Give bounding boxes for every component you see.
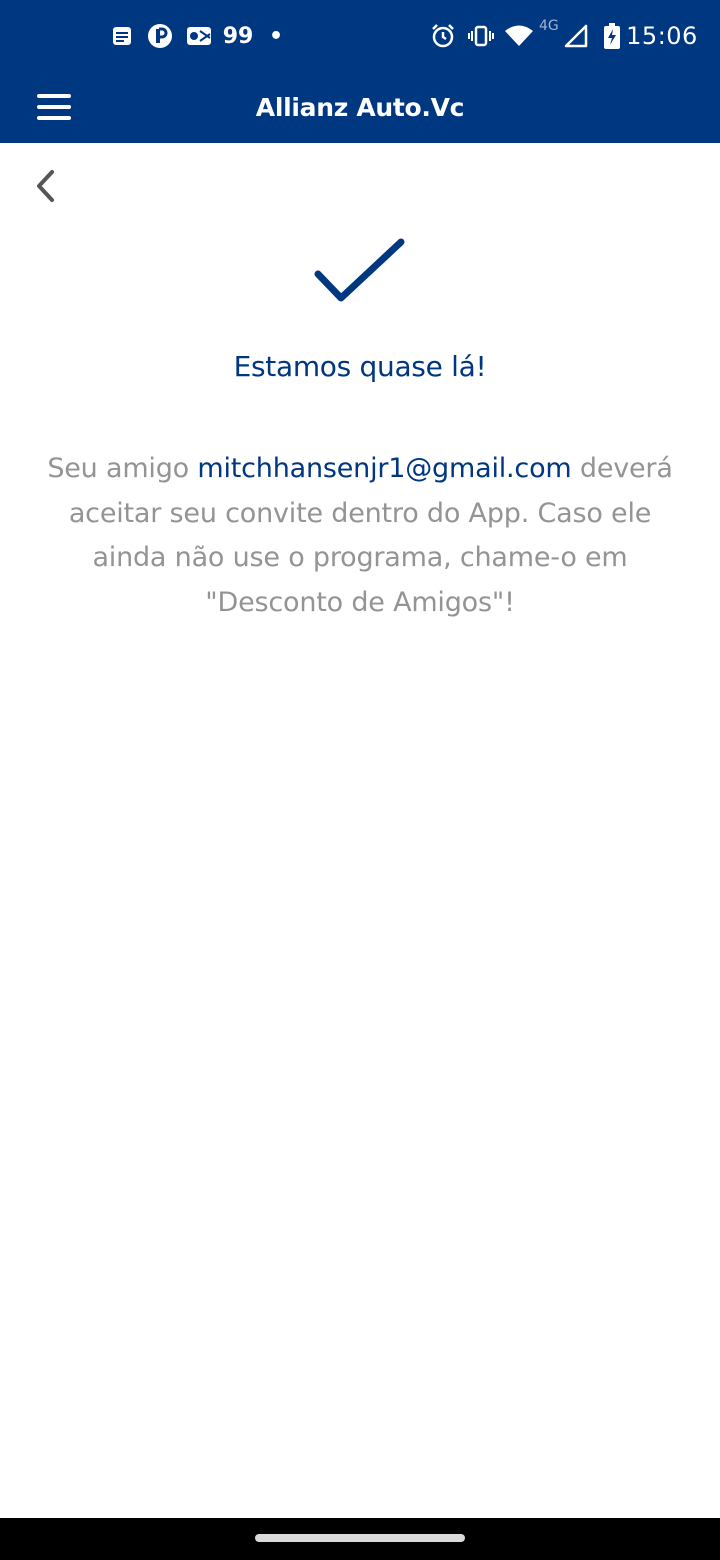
- parking-app-icon: [146, 18, 174, 54]
- back-button[interactable]: [20, 160, 72, 212]
- 4g-signal-icon: 4G: [536, 18, 590, 54]
- message-prefix: Seu amigo: [47, 453, 198, 484]
- network-label: 4G: [539, 18, 559, 34]
- invite-message: Seu amigo mitchhansenjr1@gmail.com dever…: [30, 447, 690, 625]
- home-gesture-handle[interactable]: [255, 1534, 465, 1542]
- mail-app-icon: [184, 18, 214, 54]
- chevron-left-icon: [37, 170, 54, 202]
- alarm-icon: [428, 18, 458, 54]
- vibrate-icon: [466, 18, 496, 54]
- app-title: Allianz Auto.Vc: [255, 93, 465, 122]
- confirmation-headline: Estamos quase lá!: [233, 350, 487, 383]
- hamburger-menu-icon[interactable]: [24, 84, 84, 130]
- clock-time: 15:06: [626, 22, 698, 50]
- battery-charging-icon: [600, 18, 624, 54]
- friend-email: mitchhansenjr1@gmail.com: [197, 453, 572, 484]
- checkmark-icon: [314, 238, 405, 302]
- app-bar: Allianz Auto.Vc: [0, 72, 720, 143]
- news-icon: [108, 18, 136, 54]
- status-bar: 99 • 4G 15:06: [0, 0, 720, 72]
- app-badge-99: 99: [222, 23, 254, 49]
- wifi-icon: [503, 18, 535, 54]
- more-notifications-dot: •: [268, 23, 284, 49]
- system-navigation-bar: [0, 1518, 720, 1560]
